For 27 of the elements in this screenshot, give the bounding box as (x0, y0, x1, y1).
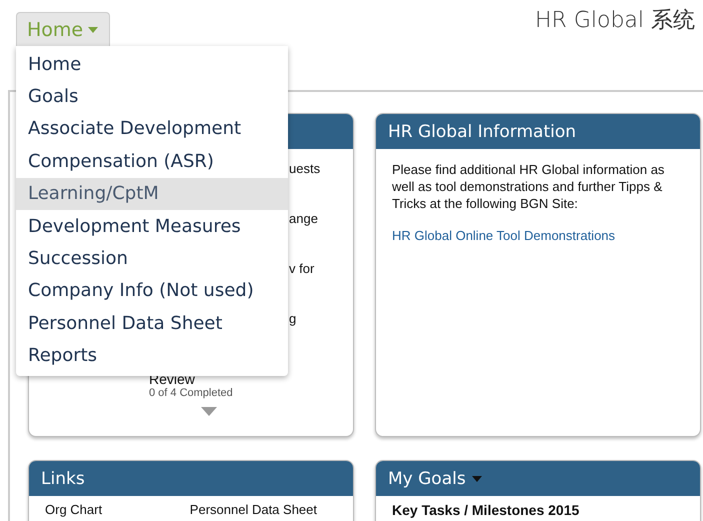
link[interactable]: Org Chart (45, 502, 102, 517)
card-title: Links (29, 461, 353, 496)
menu-item[interactable]: Reports (16, 340, 288, 372)
menu-item[interactable]: Development Measures (16, 210, 288, 242)
menu-item[interactable]: Learning/CptM (16, 178, 288, 210)
app-title: HR Global 系统 (535, 7, 695, 35)
menu-item[interactable]: Personnel Data Sheet (16, 307, 288, 340)
demo-link[interactable]: HR Global Online Tool Demonstrations (392, 228, 684, 243)
menu-item[interactable]: Associate Development (16, 112, 288, 146)
link[interactable]: Personnel Data Sheet (190, 502, 317, 517)
menu-item[interactable]: Goals (16, 80, 288, 113)
goals-heading: Key Tasks / Milestones 2015 (392, 502, 580, 518)
card-title: HR Global Information (376, 114, 700, 149)
menu-item[interactable]: Home (16, 48, 288, 80)
info-text: Please find additional HR Global information as well as tool demonstrations and further Tipps & Tricks at the following BGN Site: (392, 161, 666, 212)
task-text: v for (289, 261, 316, 278)
menu-item[interactable]: Compensation (ASR) (16, 145, 288, 178)
task-text: ange (289, 211, 319, 228)
task-text: g (289, 311, 298, 328)
card-title[interactable]: My Goals (376, 461, 700, 496)
caret-icon (472, 476, 482, 482)
caret-icon (88, 27, 98, 33)
expand-arrow-icon[interactable] (201, 407, 217, 416)
task-text: uests (289, 161, 322, 178)
menu-item[interactable]: Succession (16, 242, 288, 275)
menu-item[interactable]: Company Info (Not used) (16, 274, 288, 308)
completion-count: 0 of 4 Completed (149, 387, 234, 399)
